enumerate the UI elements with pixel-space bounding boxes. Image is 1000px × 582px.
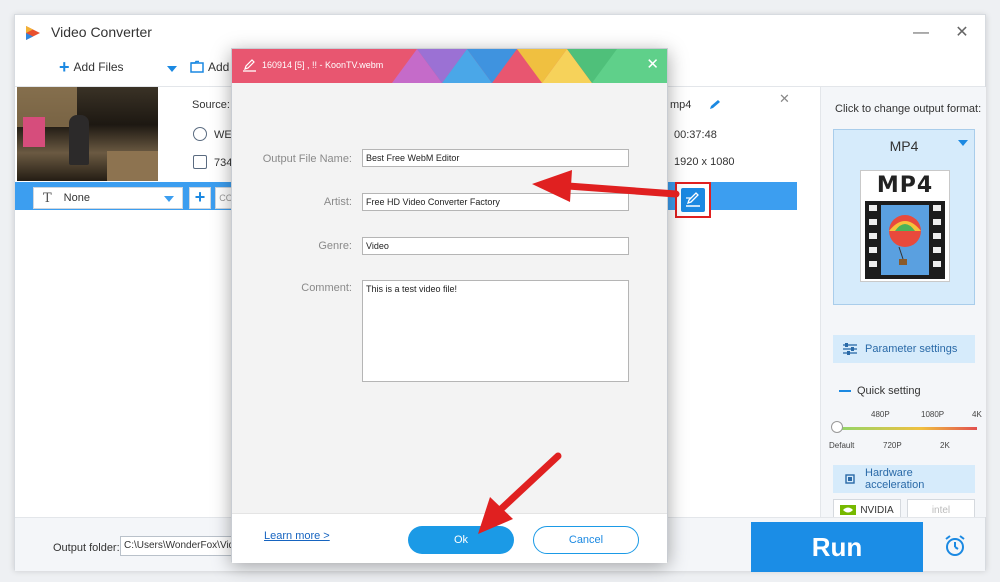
quality-tick-default: Default — [829, 441, 855, 450]
cancel-button[interactable]: Cancel — [533, 526, 639, 554]
output-resolution: 1920 x 1080 — [674, 156, 735, 168]
nvidia-label: NVIDIA — [860, 504, 894, 516]
output-file-name-input[interactable]: Best Free WebM Editor — [362, 149, 629, 167]
nvidia-logo-icon — [840, 505, 857, 515]
chip-icon — [845, 474, 855, 484]
comment-label: Comment: — [301, 282, 352, 294]
chevron-down-icon — [164, 196, 174, 202]
edit-metadata-icon — [243, 59, 256, 72]
title-bar: Video Converter — ✕ — [15, 15, 985, 51]
hardware-acceleration-button[interactable]: Hardware acceleration — [833, 465, 975, 493]
add-files-button[interactable]: + Add Files — [59, 57, 124, 77]
quality-slider-handle[interactable] — [831, 421, 843, 433]
intel-label: intel — [931, 504, 951, 516]
subtitle-select-value: None — [63, 192, 90, 204]
add-folder-button[interactable]: Add — [190, 60, 229, 74]
mp4-format-icon: MP4 — [860, 170, 950, 282]
mp4-tile-text: MP4 — [876, 173, 934, 198]
output-folder-label: Output folder: — [53, 542, 120, 554]
subtitle-select[interactable]: T None — [33, 187, 183, 209]
learn-more-link[interactable]: Learn more > — [264, 530, 330, 542]
source-size: 734 — [214, 157, 233, 169]
chevron-down-icon — [958, 140, 968, 146]
output-format-name: MP4 — [889, 138, 919, 154]
output-format-selector[interactable]: MP4 MP4 — [833, 129, 975, 305]
output-duration: 00:37:48 — [674, 129, 717, 141]
source-label: Source: — [192, 99, 230, 111]
quick-setting-icon — [839, 390, 851, 392]
artist-label: Artist: — [323, 196, 352, 208]
comment-textarea[interactable]: This is a test video file! — [362, 280, 629, 382]
quality-tick-480p: 480P — [871, 410, 890, 419]
video-thumbnail[interactable] — [17, 87, 158, 181]
film-reel-icon — [865, 201, 945, 279]
parameter-settings-label: Parameter settings — [865, 343, 958, 355]
dialog-footer: Learn more > Ok Cancel — [232, 513, 667, 563]
plus-icon: + — [59, 57, 70, 77]
quality-tick-1080p: 1080P — [921, 410, 945, 419]
add-files-dropdown-icon[interactable] — [167, 66, 177, 72]
genre-input[interactable]: Video — [362, 237, 629, 255]
app-logo-icon — [26, 26, 40, 40]
folder-add-icon — [190, 60, 204, 73]
sliders-icon — [843, 343, 857, 355]
quality-tick-720p: 720P — [883, 441, 902, 450]
hardware-acceleration-label: Hardware acceleration — [865, 467, 925, 491]
format-icon — [193, 127, 207, 141]
quality-tick-4k: 4K — [972, 410, 982, 419]
app-title: Video Converter — [51, 24, 152, 40]
dialog-title: 160914 [5] , !! - KoonTV.webm — [262, 60, 384, 70]
run-button[interactable]: Run — [751, 522, 923, 572]
dialog-body: Output File Name: Best Free WebM Editor … — [232, 83, 667, 513]
output-settings-panel: Click to change output format: MP4 MP4 P… — [820, 87, 986, 521]
quality-slider-track[interactable] — [837, 427, 977, 430]
folder-icon — [193, 155, 207, 169]
metadata-edit-dialog: 160914 [5] , !! - KoonTV.webm ✕ Output F… — [231, 48, 668, 563]
edit-metadata-icon — [681, 188, 705, 212]
minimize-button[interactable]: — — [910, 23, 932, 43]
rename-pencil-icon[interactable] — [708, 99, 722, 111]
dialog-header: 160914 [5] , !! - KoonTV.webm ✕ — [232, 49, 667, 83]
genre-label: Genre: — [318, 240, 352, 252]
output-file-name-label: Output File Name: — [262, 153, 352, 165]
source-format: WE — [214, 129, 232, 141]
add-folder-label: Add — [208, 60, 230, 74]
alarm-clock-icon[interactable] — [943, 534, 967, 558]
close-window-button[interactable]: ✕ — [951, 23, 973, 43]
quick-setting-title: Quick setting — [839, 385, 921, 397]
artist-input[interactable]: Free HD Video Converter Factory — [362, 193, 629, 211]
change-format-label: Click to change output format: — [835, 103, 982, 115]
output-folder-input[interactable]: C:\Users\WonderFox\Video — [120, 536, 240, 556]
dialog-close-icon[interactable]: ✕ — [646, 55, 659, 73]
parameter-settings-button[interactable]: Parameter settings — [833, 335, 975, 363]
add-files-label: Add Files — [73, 60, 124, 74]
remove-file-icon[interactable]: ✕ — [779, 91, 790, 107]
quality-tick-2k: 2K — [940, 441, 950, 450]
output-file-name: mp4 — [670, 99, 692, 111]
add-subtitle-button[interactable]: + — [189, 187, 211, 209]
edit-metadata-button[interactable] — [675, 182, 711, 218]
subtitle-text-icon: T — [43, 190, 52, 206]
ok-button[interactable]: Ok — [408, 526, 514, 554]
quick-setting-label: Quick setting — [857, 385, 921, 397]
